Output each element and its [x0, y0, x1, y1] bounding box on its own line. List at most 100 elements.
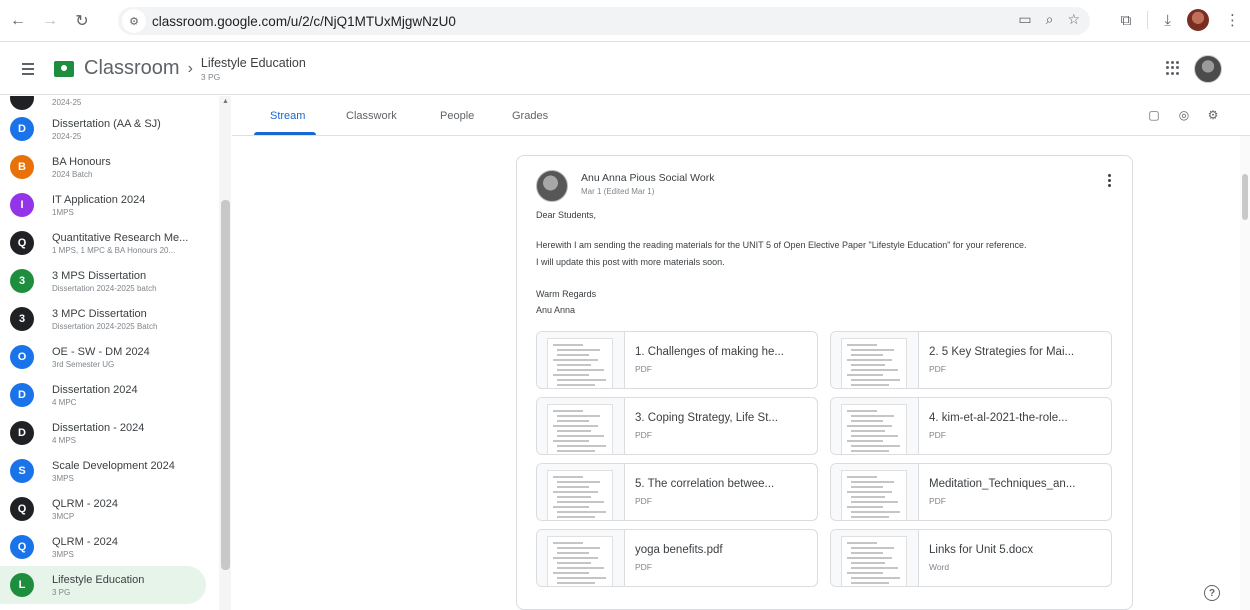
class-avatar: O	[10, 345, 34, 369]
account-avatar[interactable]	[1194, 55, 1222, 83]
thumbnail-text-line	[557, 481, 600, 483]
attachment-thumbnail	[831, 332, 919, 388]
sidebar-item-class[interactable]: B BA Honours 2024 Batch	[0, 148, 220, 186]
sidebar-item-class[interactable]: 2024-25	[0, 96, 220, 110]
class-avatar: Q	[10, 535, 34, 559]
class-name: 3 MPS Dissertation	[52, 269, 147, 282]
tab-people[interactable]: People	[440, 96, 474, 136]
drive-folder-icon[interactable]: ◎	[1177, 108, 1191, 122]
thumbnail-text-line	[847, 425, 892, 427]
attachment-card[interactable]: 4. kim-et-al-2021-the-role... PDF	[830, 397, 1112, 455]
extensions-icon[interactable]: ⧉	[1121, 12, 1132, 29]
sidebar: 2024-25 D Dissertation (AA & SJ) 2024-25 B B…	[0, 96, 232, 610]
thumbnail-text-line	[851, 567, 898, 569]
attachment-title: 1. Challenges of making he...	[635, 346, 784, 358]
course-title: Lifestyle Education	[200, 55, 306, 70]
browser-menu-icon[interactable]: ⋮	[1225, 11, 1240, 29]
thumbnail-text-line	[557, 364, 591, 366]
thumbnail-text-line	[851, 501, 898, 503]
class-name: Dissertation - 2024	[52, 421, 145, 434]
sidebar-item-class[interactable]: D Dissertation 2024 4 MPC	[0, 376, 220, 414]
course-subtitle: 3 PG	[200, 71, 221, 82]
thumbnail-text-line	[557, 496, 591, 498]
sidebar-item-class[interactable]: 3 3 MPS Dissertation Dissertation 2024-202…	[0, 262, 220, 300]
forward-arrow-icon[interactable]: →	[36, 7, 64, 35]
thumbnail-text-line	[851, 496, 885, 498]
sidebar-item-class[interactable]: D Dissertation (AA & SJ) 2024-25	[0, 110, 220, 148]
download-icon[interactable]: ⤓	[1164, 12, 1171, 29]
sidebar-item-class[interactable]: L Lifestyle Education 3 PG	[0, 566, 206, 604]
tab-classwork[interactable]: Classwork	[346, 96, 397, 136]
sidebar-item-class[interactable]: I IT Application 2024 1MPS	[0, 186, 220, 224]
announcement-card: Anu Anna Pious Social Work Mar 1 (Edited…	[516, 155, 1133, 610]
bookmark-star-icon[interactable]: ☆	[1067, 11, 1080, 28]
attachment-type: PDF	[635, 562, 652, 572]
class-subtitle: 1 MPS, 1 MPC & BA Honours 20...	[52, 245, 176, 255]
browser-profile-avatar[interactable]	[1187, 9, 1209, 31]
sidebar-item-class[interactable]: D Dissertation - 2024 4 MPS	[0, 414, 220, 452]
sidebar-item-class[interactable]: O OE - SW - DM 2024 3rd Semester UG	[0, 338, 220, 376]
attachment-card[interactable]: Links for Unit 5.docx Word	[830, 529, 1112, 587]
main-menu-icon[interactable]	[10, 51, 46, 87]
page-scrollbar[interactable]	[1240, 136, 1250, 610]
zoom-icon[interactable]: ⌕	[1046, 11, 1054, 28]
site-info-icon[interactable]: ⚙	[122, 9, 146, 33]
sidebar-item-class[interactable]: 3 3 MPC Dissertation Dissertation 2024-202…	[0, 300, 220, 338]
more-options-icon[interactable]	[1102, 174, 1116, 192]
thumbnail-text-line	[557, 577, 606, 579]
thumbnail-text-line	[851, 547, 894, 549]
author-name[interactable]: Anu Anna Pious Social Work	[581, 172, 714, 184]
thumbnail-text-line	[851, 384, 889, 386]
attachment-title: Meditation_Techniques_an...	[929, 478, 1076, 490]
browser-toolbar: ← → ↻ ⚙ classroom.google.com/u/2/c/NjQ1M…	[0, 0, 1250, 42]
author-avatar[interactable]	[536, 170, 568, 202]
tab-stream[interactable]: Stream	[270, 96, 305, 136]
scroll-up-arrow-icon[interactable]: ▲	[222, 98, 229, 105]
thumbnail-text-line	[851, 364, 885, 366]
reload-icon[interactable]: ↻	[68, 7, 96, 35]
sidebar-item-class[interactable]: S Scale Development 2024 3MPS	[0, 452, 220, 490]
thumbnail-text-line	[851, 349, 894, 351]
attachment-card[interactable]: 2. 5 Key Strategies for Mai... PDF	[830, 331, 1112, 389]
attachment-type: PDF	[635, 430, 652, 440]
page-scroll-thumb[interactable]	[1242, 174, 1248, 220]
thumbnail-text-line	[553, 440, 589, 442]
sidebar-scroll-thumb[interactable]	[221, 200, 230, 570]
thumbnail-text-line	[557, 516, 595, 518]
address-bar[interactable]: ⚙ classroom.google.com/u/2/c/NjQ1MTUxMjg…	[118, 7, 1090, 35]
back-arrow-icon[interactable]: ←	[4, 7, 32, 35]
attachment-thumbnail	[831, 398, 919, 454]
thumbnail-text-line	[851, 369, 898, 371]
thumbnail-text-line	[847, 440, 883, 442]
sidebar-item-class[interactable]: Q QLRM - 2024 3MCP	[0, 490, 220, 528]
tab-grades[interactable]: Grades	[512, 96, 548, 136]
sidebar-item-class[interactable]: Q QLRM - 2024 3MPS	[0, 528, 220, 566]
attachment-title: yoga benefits.pdf	[635, 544, 723, 556]
attachment-card[interactable]: 5. The correlation betwee... PDF	[536, 463, 818, 521]
app-name[interactable]: Classroom	[84, 57, 180, 80]
settings-gear-icon[interactable]: ⚙	[1206, 108, 1220, 122]
attachment-title: 2. 5 Key Strategies for Mai...	[929, 346, 1075, 358]
thumbnail-text-line	[851, 354, 883, 356]
class-name: Scale Development 2024	[52, 459, 175, 472]
url-text[interactable]: classroom.google.com/u/2/c/NjQ1MTUxMjgwN…	[152, 14, 456, 29]
breadcrumb-course[interactable]: Lifestyle Education 3 PG	[201, 56, 306, 82]
attachment-card[interactable]: Meditation_Techniques_an... PDF	[830, 463, 1112, 521]
thumbnail-text-line	[847, 359, 892, 361]
attachment-card[interactable]: yoga benefits.pdf PDF	[536, 529, 818, 587]
class-subtitle: 3MPS	[52, 473, 74, 483]
classroom-logo-icon[interactable]	[54, 60, 74, 77]
help-icon[interactable]: ?	[1204, 585, 1220, 601]
thumbnail-text-line	[557, 582, 595, 584]
google-apps-icon[interactable]	[1166, 61, 1180, 75]
sidebar-item-class[interactable]: Q Quantitative Research Me... 1 MPS, 1 MPC…	[0, 224, 220, 262]
cast-icon[interactable]: ▭	[1018, 11, 1031, 28]
class-name: QLRM - 2024	[52, 535, 119, 548]
class-name: 3 MPC Dissertation	[52, 307, 147, 320]
attachment-card[interactable]: 3. Coping Strategy, Life St... PDF	[536, 397, 818, 455]
thumbnail-text-line	[851, 481, 894, 483]
class-avatar: I	[10, 193, 34, 217]
attachment-card[interactable]: 1. Challenges of making he... PDF	[536, 331, 818, 389]
class-avatar: D	[10, 117, 34, 141]
calendar-icon[interactable]: ▢	[1147, 108, 1161, 122]
